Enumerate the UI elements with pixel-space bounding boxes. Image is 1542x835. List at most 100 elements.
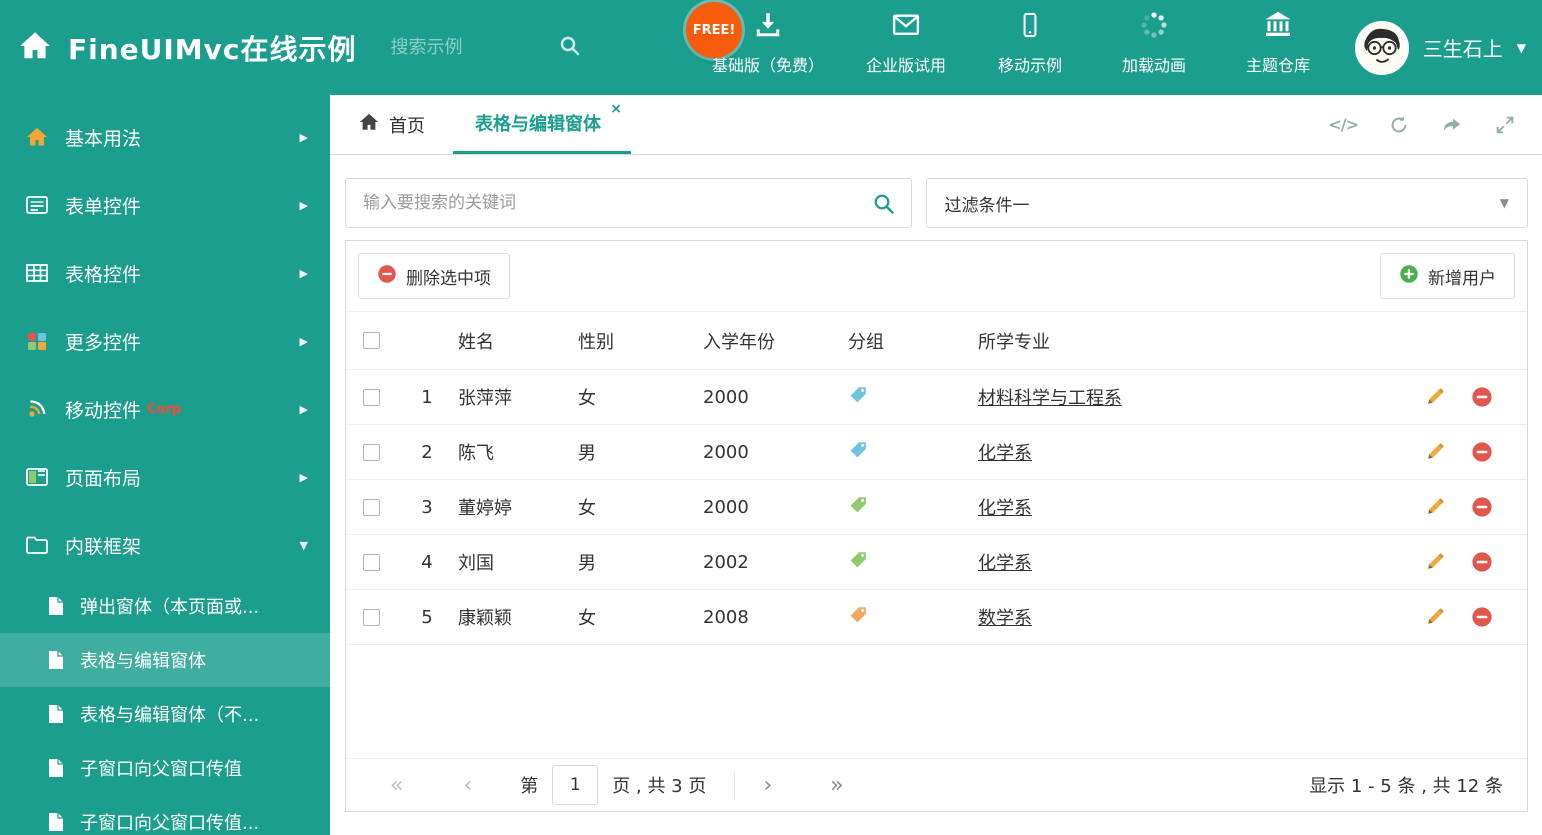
delete-selected-button[interactable]: 删除选中项 — [358, 253, 510, 299]
avatar — [1354, 20, 1409, 75]
row-number: 3 — [421, 496, 433, 518]
col-gender: 性别 — [578, 331, 614, 353]
chevron-down-icon: ▼ — [1516, 40, 1526, 55]
sidebar-item-basic-usage[interactable]: 基本用法 ▶ — [0, 103, 330, 171]
sidebar-item-label: 表单控件 — [65, 195, 142, 218]
table-empty-space — [346, 645, 1527, 758]
sidebar-subitem-label: 表格与编辑窗体 — [80, 651, 206, 672]
prev-page-icon[interactable]: ‹ — [463, 773, 472, 798]
table-row: 3 董婷婷 女 2000 化学系 — [346, 480, 1527, 535]
tab-tools: </> — [1328, 95, 1542, 154]
edit-icon[interactable] — [1425, 496, 1445, 518]
edit-icon[interactable] — [1425, 386, 1445, 408]
delete-icon[interactable] — [1471, 606, 1493, 628]
year-cell: 2008 — [703, 606, 749, 628]
delete-icon[interactable] — [1471, 551, 1493, 573]
nav-theme-store[interactable]: 主题仓库 — [1236, 10, 1320, 76]
table-row: 4 刘国 男 2002 化学系 — [346, 535, 1527, 590]
close-icon[interactable]: × — [610, 102, 622, 116]
gender-cell: 男 — [578, 443, 596, 464]
sidebar-item-label: 表格控件 — [65, 263, 142, 286]
major-link[interactable]: 数学系 — [978, 608, 1032, 629]
add-user-button[interactable]: 新增用户 — [1380, 253, 1515, 299]
bank-icon — [1262, 10, 1294, 44]
tag-icon — [850, 441, 866, 457]
name-cell: 康颖颖 — [458, 608, 512, 629]
edit-icon[interactable] — [1425, 551, 1445, 573]
col-year: 入学年份 — [703, 331, 775, 353]
header-search[interactable] — [390, 35, 601, 61]
row-checkbox[interactable] — [362, 388, 380, 406]
edit-icon[interactable] — [1425, 441, 1445, 463]
sidebar-subitem-grid-edit-window-2[interactable]: 表格与编辑窗体（不... — [0, 687, 330, 741]
table-row: 5 康颖颖 女 2008 数学系 — [346, 590, 1527, 645]
app-title: FineUIMvc在线示例 — [68, 32, 357, 66]
home-icon — [358, 112, 380, 137]
pagination-bar: « ‹ 第 1 页 , 共 3 页 › » 显示 1 - 5 条 , 共 12 … — [346, 758, 1527, 811]
sidebar-item-label: 更多控件 — [65, 331, 142, 354]
sidebar-item-form-controls[interactable]: 表单控件 ▶ — [0, 171, 330, 239]
major-link[interactable]: 化学系 — [978, 553, 1032, 574]
gender-cell: 男 — [578, 553, 596, 574]
sidebar-item-grid-controls[interactable]: 表格控件 ▶ — [0, 239, 330, 307]
tab-grid-edit-window[interactable]: 表格与编辑窗体 × — [453, 95, 631, 154]
row-checkbox[interactable] — [362, 498, 380, 516]
delete-icon[interactable] — [1471, 496, 1493, 518]
row-checkbox[interactable] — [362, 443, 380, 461]
select-all-checkbox[interactable] — [362, 332, 380, 349]
sidebar-item-inline-frame[interactable]: 内联框架 ▼ — [0, 511, 330, 579]
nav-enterprise-trial[interactable]: 企业版试用 — [864, 10, 948, 76]
next-page-icon[interactable]: › — [763, 773, 772, 798]
first-page-icon[interactable]: « — [390, 773, 403, 798]
search-icon[interactable] — [559, 35, 581, 61]
nav-loading-animation[interactable]: 加载动画 — [1112, 10, 1196, 76]
share-icon[interactable] — [1440, 114, 1464, 136]
signal-icon — [24, 398, 50, 420]
keyword-search-input[interactable] — [363, 193, 865, 213]
tab-active-label: 表格与编辑窗体 — [475, 114, 601, 135]
delete-selected-label: 删除选中项 — [406, 268, 491, 289]
free-badge: FREE! — [686, 2, 742, 58]
row-number: 1 — [421, 386, 433, 408]
page-number-input[interactable]: 1 — [552, 765, 599, 805]
search-icon[interactable] — [872, 192, 896, 220]
header-search-input[interactable] — [390, 37, 541, 58]
sidebar-item-mobile-controls[interactable]: 移动控件 Corp ▶ — [0, 375, 330, 443]
keyword-search[interactable] — [345, 178, 912, 228]
tab-home[interactable]: 首页 — [330, 95, 453, 154]
major-link[interactable]: 化学系 — [978, 498, 1032, 519]
sidebar-subitem-grid-edit-window[interactable]: 表格与编辑窗体 — [0, 633, 330, 687]
row-checkbox[interactable] — [362, 608, 380, 626]
brand: FineUIMvc在线示例 — [0, 28, 357, 68]
last-page-icon[interactable]: » — [830, 773, 843, 798]
source-code-icon[interactable]: </> — [1328, 115, 1359, 134]
sidebar-item-more-controls[interactable]: 更多控件 ▶ — [0, 307, 330, 375]
spinner-icon — [1139, 10, 1169, 44]
delete-icon[interactable] — [1471, 441, 1493, 463]
corp-badge: Corp — [147, 401, 182, 417]
edit-icon[interactable] — [1425, 606, 1445, 628]
major-link[interactable]: 材料科学与工程系 — [978, 388, 1122, 409]
sidebar-subitem-popup-window[interactable]: 弹出窗体（本页面或... — [0, 579, 330, 633]
row-number: 2 — [421, 441, 433, 463]
tab-bar: 首页 表格与编辑窗体 × </> — [330, 95, 1542, 155]
sidebar-subitem-child-to-parent-2[interactable]: 子窗口向父窗口传值... — [0, 795, 330, 835]
filter-dropdown[interactable]: 过滤条件一 ▼ — [925, 178, 1528, 228]
major-link[interactable]: 化学系 — [978, 443, 1032, 464]
top-header: FineUIMvc在线示例 FREE! 基础版（免费） 企业版试用 移动示例 — [0, 0, 1542, 95]
nav-mobile-demo[interactable]: 移动示例 — [988, 10, 1072, 76]
refresh-icon[interactable] — [1388, 114, 1410, 136]
page-icon — [46, 812, 66, 832]
delete-icon[interactable] — [1471, 386, 1493, 408]
home-icon[interactable] — [18, 31, 52, 65]
nav-label: 主题仓库 — [1246, 56, 1311, 75]
sidebar-item-page-layout[interactable]: 页面布局 ▶ — [0, 443, 330, 511]
row-checkbox[interactable] — [362, 553, 380, 571]
name-cell: 陈飞 — [458, 443, 494, 464]
chevron-right-icon: ▶ — [299, 266, 308, 280]
sidebar-item-label: 基本用法 — [65, 127, 142, 150]
chevron-down-icon: ▼ — [1499, 196, 1509, 210]
user-menu[interactable]: 三生石上 ▼ — [1354, 0, 1526, 95]
expand-icon[interactable] — [1494, 114, 1516, 136]
sidebar-subitem-child-to-parent[interactable]: 子窗口向父窗口传值 — [0, 741, 330, 795]
